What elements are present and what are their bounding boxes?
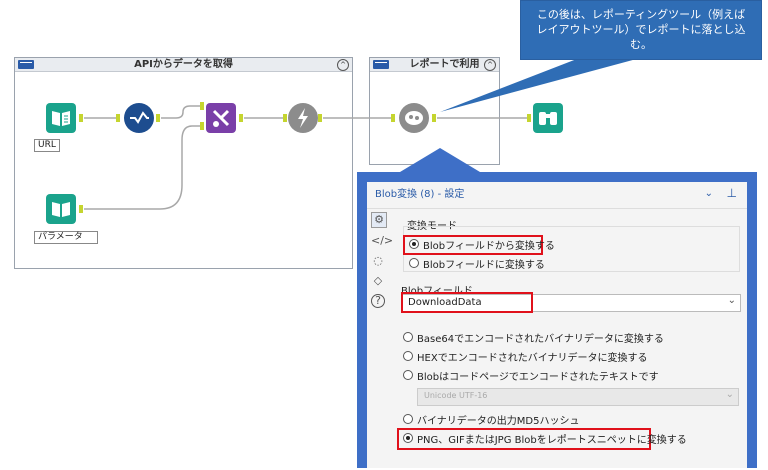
- convert-option-base64[interactable]: Base64でエンコードされたバイナリデータに変換する: [417, 330, 664, 345]
- config-panel: Blob変換 (8) - 設定 ⌄ ⊥ ⋯ ⚙ </> ◌ ◇ ? 変換モード …: [367, 182, 747, 468]
- mode-radio-from[interactable]: [409, 239, 419, 249]
- chevron-down-icon[interactable]: ⌄: [705, 188, 713, 199]
- mode-radio-to[interactable]: [409, 258, 419, 268]
- highlight-field: [401, 292, 533, 313]
- panel-title: Blob変換 (8) - 設定: [375, 189, 465, 200]
- code-icon[interactable]: </>: [371, 234, 393, 248]
- config-panel-frame: Blob変換 (8) - 設定 ⌄ ⊥ ⋯ ⚙ </> ◌ ◇ ? 変換モード …: [357, 172, 757, 468]
- callout-note: この後は、レポーティングツール（例えばレイアウトツール）でレポートに落とし込む。: [520, 0, 762, 60]
- annotation-icon[interactable]: ◌: [371, 254, 385, 268]
- convert-option-snippet[interactable]: PNG、GIFまたはJPG Blobをレポートスニペットに変換する: [417, 431, 687, 446]
- help-icon[interactable]: ?: [371, 294, 385, 308]
- panel-header: Blob変換 (8) - 設定 ⌄ ⊥: [367, 182, 747, 209]
- codepage-select: Unicode UTF-16 ⌄: [417, 388, 739, 406]
- convert-radio-md5[interactable]: [403, 414, 413, 424]
- pin-icon[interactable]: ⊥: [727, 186, 737, 200]
- mode-option-to[interactable]: Blobフィールドに変換する: [423, 256, 545, 271]
- convert-radio-hex[interactable]: [403, 351, 413, 361]
- chevron-down-icon: ⌄: [727, 295, 736, 306]
- convert-option-md5[interactable]: バイナリデータの出力MD5ハッシュ: [417, 412, 580, 427]
- callout-text: この後は、レポーティングツール（例えばレイアウトツール）でレポートに落とし込む。: [536, 8, 746, 51]
- chevron-down-icon: ⌄: [725, 389, 734, 400]
- convert-radio-snippet[interactable]: [403, 433, 413, 443]
- tag-icon[interactable]: ◇: [371, 274, 385, 288]
- convert-radio-base64[interactable]: [403, 332, 413, 342]
- panel-sidebar: ⚙ </> ◌ ◇ ?: [371, 212, 393, 314]
- convert-radio-codepage[interactable]: [403, 370, 413, 380]
- mode-option-from[interactable]: Blobフィールドから変換する: [423, 237, 555, 252]
- codepage-value: Unicode UTF-16: [424, 391, 488, 400]
- convert-option-hex[interactable]: HEXでエンコードされたバイナリデータに変換する: [417, 349, 648, 364]
- convert-option-codepage[interactable]: Blobはコードページでエンコードされたテキストです: [417, 368, 659, 383]
- gear-icon[interactable]: ⚙: [371, 212, 387, 228]
